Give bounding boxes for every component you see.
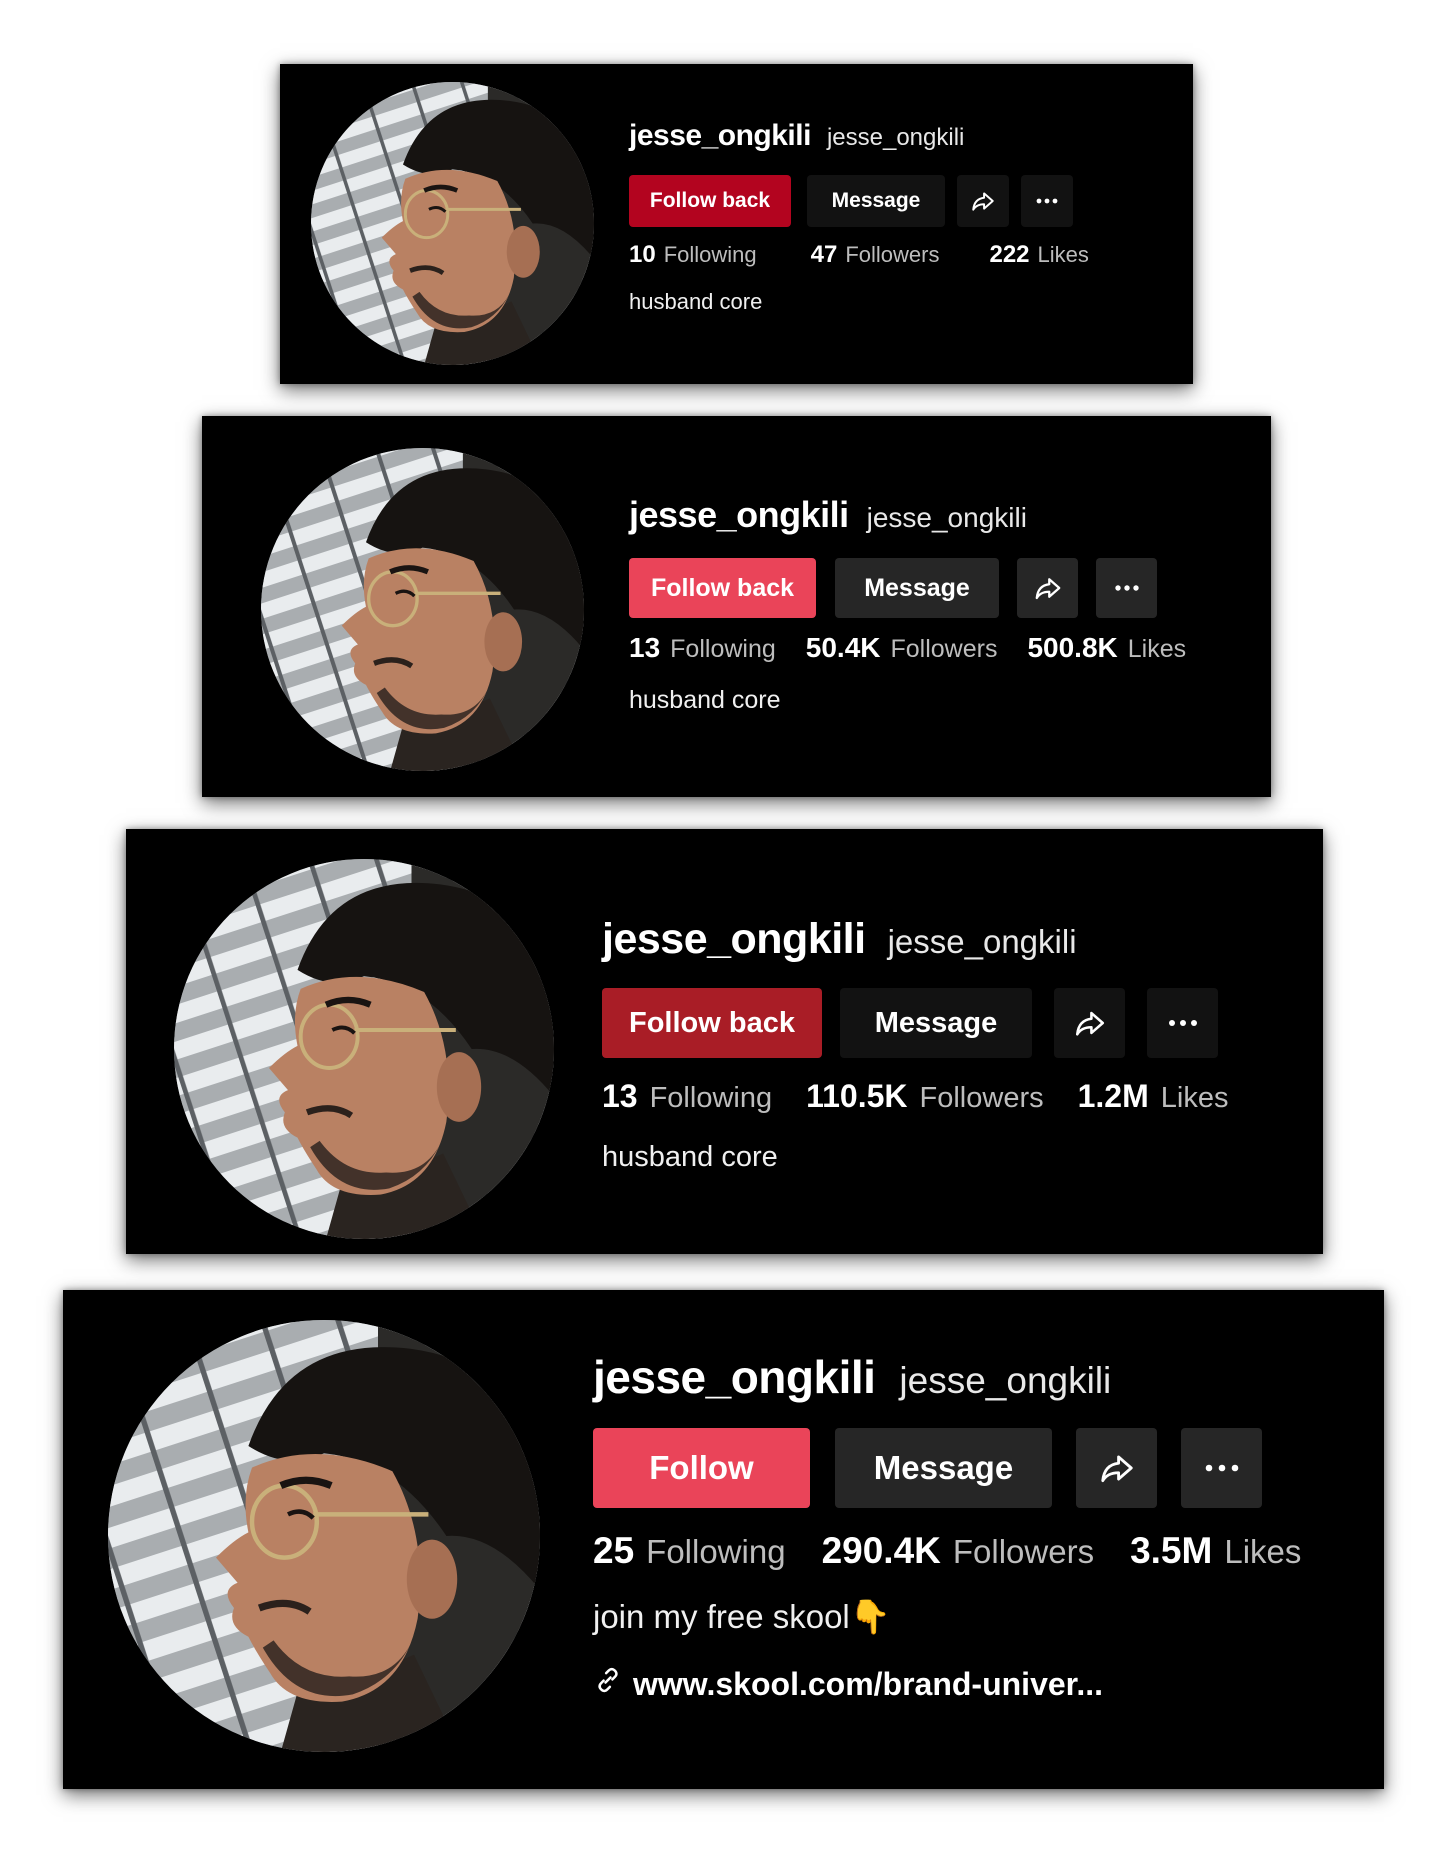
likes-count: 1.2M [1077, 1078, 1149, 1114]
following-label: Following [663, 242, 757, 267]
following-label: Following [649, 1082, 773, 1114]
following-count: 25 [593, 1530, 635, 1571]
likes-stat: 3.5M Likes [1130, 1530, 1301, 1572]
share-arrow-icon [970, 188, 996, 214]
bio-text: join my free skool👇 [593, 1598, 891, 1635]
display-name: jesse_ongkili [602, 915, 866, 963]
follow-back-button[interactable]: Follow back [629, 558, 816, 618]
profile-avatar[interactable] [108, 1320, 540, 1752]
share-arrow-icon [1033, 573, 1063, 603]
followers-stat[interactable]: 50.4K Followers [806, 632, 998, 664]
following-label: Following [670, 635, 776, 663]
more-dots-icon [1035, 197, 1059, 205]
profile-card-1: jesse_ongkili jesse_ongkili Follow back … [280, 64, 1193, 384]
follow-button[interactable]: Follow [593, 1428, 810, 1508]
display-name: jesse_ongkili [629, 494, 849, 535]
message-button[interactable]: Message [840, 988, 1032, 1058]
followers-count: 50.4K [805, 632, 881, 663]
following-count: 10 [629, 241, 656, 268]
username-handle: jesse_ongkili [826, 124, 965, 151]
following-count: 13 [629, 632, 661, 663]
profile-link-text[interactable]: www.skool.com/brand-univer... [633, 1666, 1103, 1703]
profile-avatar[interactable] [261, 448, 584, 771]
share-arrow-icon [1073, 1006, 1107, 1040]
profile-avatar[interactable] [311, 82, 594, 365]
share-button[interactable] [1076, 1428, 1157, 1508]
more-options-button[interactable] [1021, 175, 1073, 227]
more-dots-icon [1114, 584, 1140, 592]
followers-count: 290.4K [821, 1530, 941, 1571]
more-dots-icon [1168, 1019, 1198, 1027]
username-handle: jesse_ongkili [899, 1360, 1112, 1401]
followers-stat[interactable]: 110.5K Followers [806, 1078, 1044, 1115]
following-stat[interactable]: 13 Following [629, 632, 776, 664]
likes-count: 500.8K [1027, 632, 1118, 663]
followers-stat[interactable]: 290.4K Followers [822, 1530, 1095, 1572]
message-button[interactable]: Message [835, 1428, 1052, 1508]
message-button[interactable]: Message [807, 175, 945, 227]
likes-count: 3.5M [1130, 1530, 1213, 1571]
link-icon [593, 1665, 623, 1703]
follow-back-button[interactable]: Follow back [629, 175, 791, 227]
profile-avatar[interactable] [174, 859, 554, 1239]
likes-label: Likes [1127, 635, 1187, 663]
profile-card-3: jesse_ongkili jesse_ongkili Follow back … [126, 829, 1323, 1254]
followers-count: 110.5K [806, 1078, 908, 1114]
following-label: Following [646, 1533, 786, 1570]
followers-label: Followers [952, 1533, 1095, 1570]
follow-back-button[interactable]: Follow back [602, 988, 822, 1058]
likes-stat: 500.8K Likes [1027, 632, 1186, 664]
following-count: 13 [602, 1078, 638, 1114]
display-name: jesse_ongkili [629, 119, 811, 152]
followers-label: Followers [845, 242, 940, 267]
more-options-button[interactable] [1181, 1428, 1262, 1508]
profile-card-2: jesse_ongkili jesse_ongkili Follow back … [202, 416, 1271, 797]
profile-link[interactable]: www.skool.com/brand-univer... [593, 1665, 1301, 1703]
bio-text: husband core [629, 289, 763, 314]
more-dots-icon [1205, 1464, 1239, 1472]
share-arrow-icon [1098, 1449, 1136, 1487]
likes-label: Likes [1224, 1533, 1302, 1570]
username-handle: jesse_ongkili [866, 502, 1027, 533]
followers-stat[interactable]: 47 Followers [811, 241, 940, 269]
share-button[interactable] [1017, 558, 1078, 618]
likes-label: Likes [1160, 1082, 1229, 1114]
followers-label: Followers [890, 635, 998, 663]
more-options-button[interactable] [1096, 558, 1157, 618]
message-button[interactable]: Message [835, 558, 999, 618]
bio-text: husband core [602, 1141, 778, 1173]
likes-stat: 1.2M Likes [1078, 1078, 1229, 1115]
share-button[interactable] [1054, 988, 1125, 1058]
display-name: jesse_ongkili [593, 1351, 876, 1403]
followers-count: 47 [810, 241, 838, 268]
following-stat[interactable]: 25 Following [593, 1530, 786, 1572]
more-options-button[interactable] [1147, 988, 1218, 1058]
followers-label: Followers [919, 1082, 1044, 1114]
share-button[interactable] [957, 175, 1009, 227]
bio-text: husband core [629, 686, 781, 714]
likes-stat: 222 Likes [989, 241, 1088, 269]
profile-card-4: jesse_ongkili jesse_ongkili Follow Messa… [63, 1290, 1384, 1789]
following-stat[interactable]: 13 Following [602, 1078, 772, 1115]
likes-count: 222 [989, 241, 1030, 268]
username-handle: jesse_ongkili [887, 923, 1077, 960]
likes-label: Likes [1037, 242, 1089, 267]
following-stat[interactable]: 10 Following [629, 241, 757, 269]
